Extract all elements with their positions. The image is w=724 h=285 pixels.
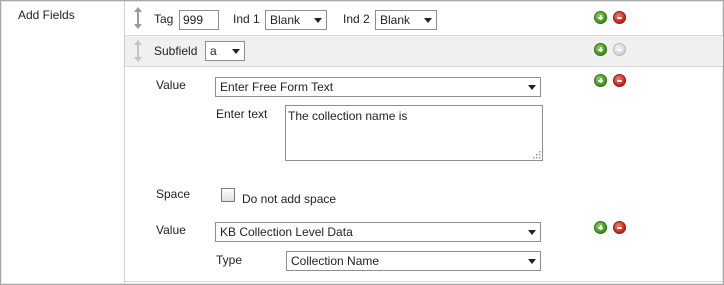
remove-tag-icon[interactable] [613, 11, 626, 24]
type-label: Type [216, 253, 243, 267]
tag-input[interactable]: 999 [179, 10, 219, 30]
subfield-select[interactable]: a [205, 41, 245, 61]
ind1-select[interactable]: Blank [265, 10, 327, 30]
enter-text-label: Enter text [216, 107, 268, 121]
section-label: Add Fields [18, 8, 75, 22]
value-label: Value [156, 78, 186, 92]
resize-grip-icon[interactable] [531, 149, 541, 159]
chevron-down-icon [232, 49, 240, 54]
ind2-select-value: Blank [380, 13, 411, 27]
space-label: Space [156, 187, 191, 201]
ind2-select[interactable]: Blank [375, 10, 437, 30]
add-value-icon[interactable] [594, 74, 607, 87]
tag-label: Tag [154, 12, 174, 26]
chevron-down-icon [528, 259, 536, 264]
add-subfield-icon[interactable] [594, 43, 607, 56]
enter-text-value: The collection name is [288, 109, 408, 123]
enter-text-area[interactable]: The collection name is [285, 105, 543, 161]
add-tag-icon[interactable] [594, 11, 607, 24]
subfield-select-value: a [210, 44, 217, 58]
chevron-down-icon [314, 18, 322, 23]
drag-handle-icon[interactable] [132, 39, 144, 63]
add-value-icon[interactable] [594, 221, 607, 234]
chevron-down-icon [424, 18, 432, 23]
add-fields-panel: Add Fields Tag 999 Ind 1 Blank Ind 2 Bla… [0, 0, 724, 285]
ind2-label: Ind 2 [343, 12, 370, 26]
row-divider [125, 281, 723, 282]
value-label: Value [156, 223, 186, 237]
chevron-down-icon [528, 230, 536, 235]
ind1-label: Ind 1 [233, 12, 260, 26]
subfield-label: Subfield [154, 44, 198, 58]
value-type-select-value: KB Collection Level Data [220, 225, 353, 239]
data-type-select[interactable]: Collection Name [286, 251, 541, 271]
remove-value-icon[interactable] [613, 74, 626, 87]
value-type-select[interactable]: Enter Free Form Text [215, 77, 541, 97]
remove-subfield-icon [613, 43, 626, 56]
do-not-add-space-label: Do not add space [242, 192, 337, 206]
drag-handle-icon[interactable] [132, 6, 144, 30]
value-type-select-value: Enter Free Form Text [220, 80, 334, 94]
remove-value-icon[interactable] [613, 221, 626, 234]
row-divider [125, 66, 723, 67]
row-divider [125, 35, 723, 36]
do-not-add-space-checkbox[interactable] [221, 188, 235, 202]
ind1-select-value: Blank [270, 13, 301, 27]
chevron-down-icon [528, 85, 536, 90]
data-type-select-value: Collection Name [291, 254, 380, 268]
value-type-select[interactable]: KB Collection Level Data [215, 222, 541, 242]
